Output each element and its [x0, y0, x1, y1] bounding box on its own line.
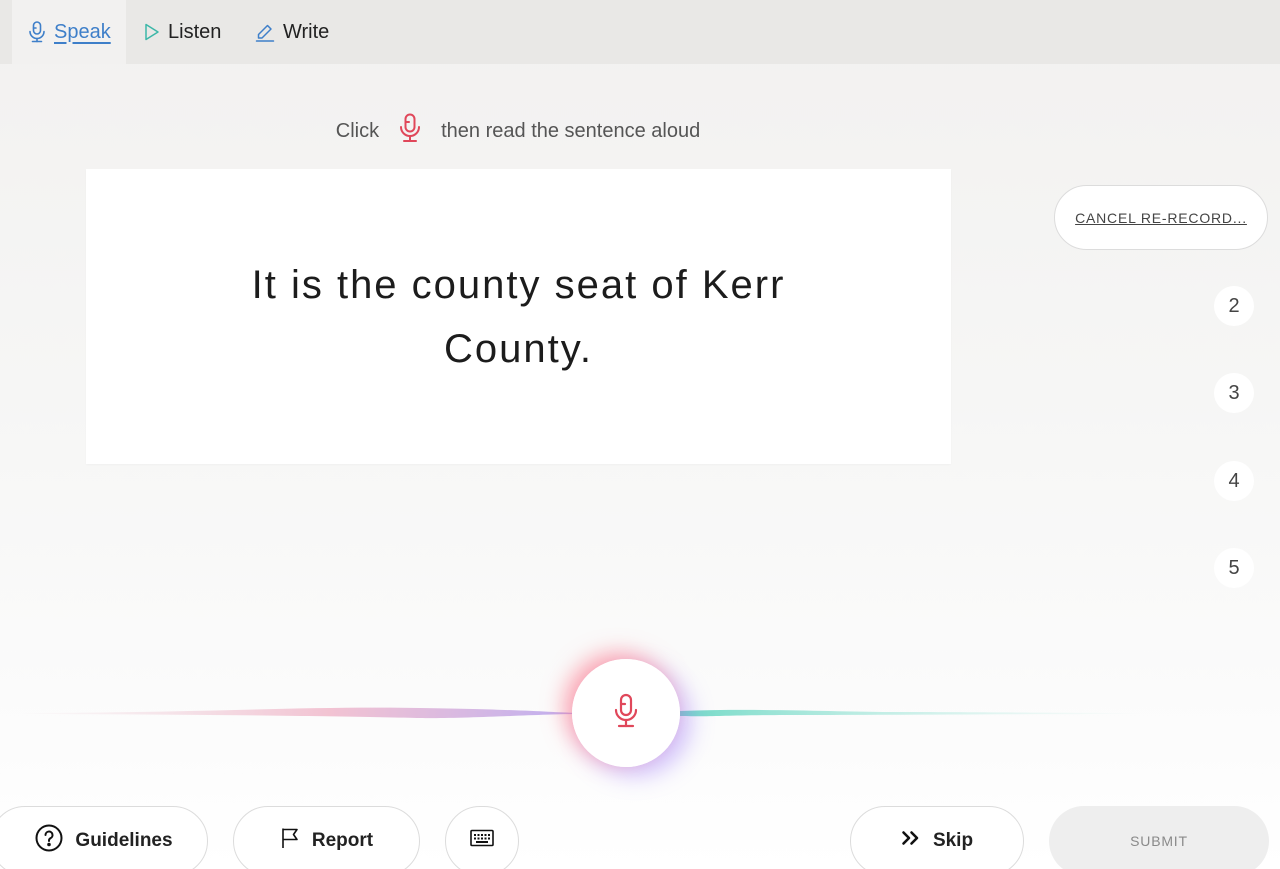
microphone-icon: [399, 113, 421, 149]
skip-button[interactable]: Skip: [850, 806, 1024, 869]
keyboard-icon: [470, 829, 494, 853]
step-indicator[interactable]: 2: [1214, 286, 1254, 326]
tab-listen-label: Listen: [168, 20, 222, 43]
microphone-icon: [613, 693, 639, 734]
cancel-re-record-button[interactable]: CANCEL RE-RECORD...: [1054, 185, 1268, 250]
instruction: Click then read the sentence aloud: [0, 112, 1036, 150]
step-indicator[interactable]: 5: [1214, 548, 1254, 588]
microphone-icon: [28, 21, 46, 43]
skip-label: Skip: [932, 830, 974, 851]
guidelines-button[interactable]: Guidelines: [0, 806, 208, 869]
tab-listen[interactable]: Listen: [144, 0, 221, 64]
submit-button[interactable]: SUBMIT: [1049, 806, 1269, 869]
instruction-after: then read the sentence aloud: [441, 119, 701, 142]
double-chevron-right-icon: [901, 830, 921, 852]
tab-speak[interactable]: Speak: [12, 0, 126, 64]
sentence-card: It is the county seat of Kerr County.: [86, 169, 951, 464]
report-button[interactable]: Report: [233, 806, 420, 869]
play-icon: [144, 23, 160, 41]
guidelines-label: Guidelines: [75, 830, 173, 851]
step-indicator[interactable]: 4: [1214, 461, 1254, 501]
tab-speak-label: Speak: [54, 20, 111, 43]
instruction-before: Click: [335, 119, 380, 142]
pencil-icon: [255, 22, 275, 42]
step-indicator[interactable]: 3: [1214, 373, 1254, 413]
record-button[interactable]: [572, 659, 680, 767]
sentence-text: It is the county seat of Kerr County.: [251, 262, 786, 371]
tab-write-label: Write: [283, 20, 330, 43]
report-label: Report: [311, 830, 374, 851]
top-nav: Speak Listen Write: [0, 0, 1280, 64]
help-circle-icon: [35, 824, 63, 858]
flag-icon: [280, 827, 300, 855]
keyboard-shortcuts-button[interactable]: [445, 806, 519, 869]
tab-write[interactable]: Write: [255, 0, 329, 64]
